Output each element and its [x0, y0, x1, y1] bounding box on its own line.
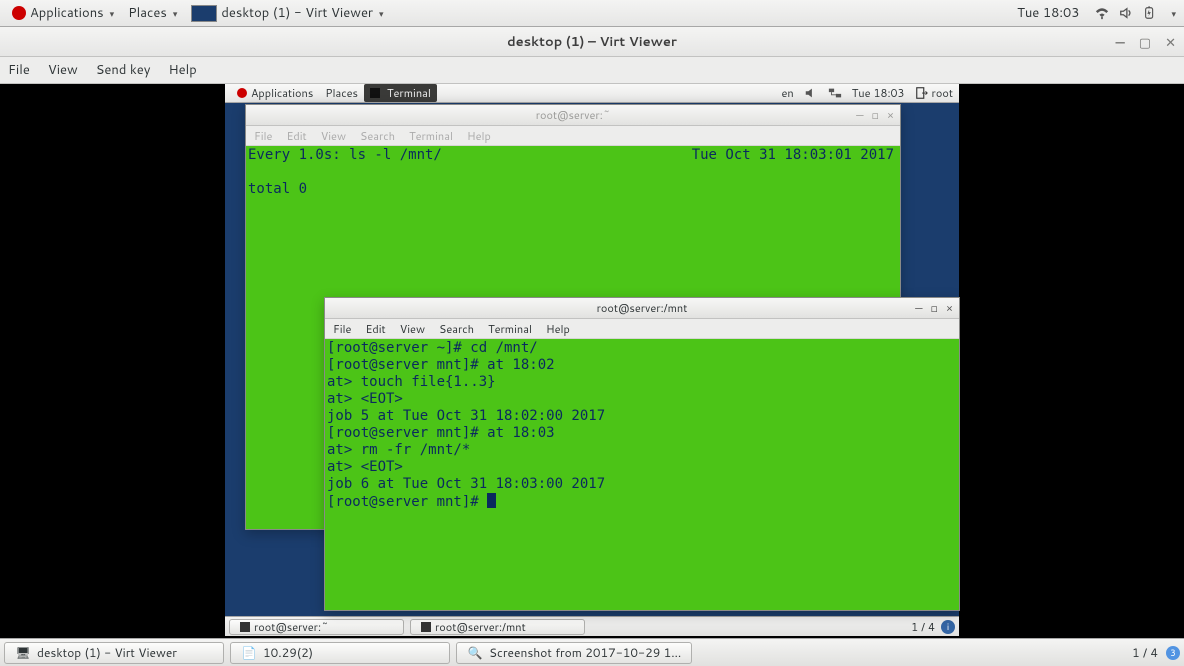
taskbar-item[interactable]: root@server:/mnt — [410, 619, 585, 635]
terminal-icon — [421, 622, 431, 632]
close-button[interactable]: × — [887, 107, 894, 123]
menu-view[interactable]: View — [48, 61, 78, 79]
cursor — [487, 493, 496, 508]
panel-clock[interactable]: Tue 18:03 — [1011, 2, 1085, 24]
redhat-icon — [12, 6, 26, 20]
volume-icon[interactable] — [804, 86, 818, 100]
terminal-window-mnt[interactable]: root@server:/mnt — ▫ × File Edit View Se… — [324, 297, 960, 611]
taskbar-item-label: root@server:~ — [254, 619, 329, 635]
notification-icon[interactable]: i — [941, 620, 955, 634]
menu-search[interactable]: Search — [439, 321, 474, 337]
maximize-button[interactable]: ▫ — [931, 300, 938, 316]
terminal2-titlebar[interactable]: root@server:/mnt — ▫ × — [325, 298, 959, 319]
panel-active-window[interactable]: desktop (1) - Virt Viewer — [185, 2, 389, 24]
virt-viewer-display[interactable]: Applications Places Terminal en Tue 18:0… — [0, 84, 1184, 638]
taskbar-item[interactable]: 🖥 desktop (1) - Virt Viewer — [4, 642, 224, 664]
host-taskbar: 🖥 desktop (1) - Virt Viewer 📄 10.29(2) 🔍… — [0, 638, 1184, 666]
watch-timestamp: Tue Oct 31 18:03:01 2017 — [692, 147, 894, 164]
battery-icon[interactable] — [1143, 6, 1157, 20]
image-viewer-icon: 🔍 — [467, 645, 483, 661]
taskbar-item[interactable]: root@server:~ — [229, 619, 404, 635]
menu-edit[interactable]: Edit — [286, 128, 306, 144]
menu-file[interactable]: File — [254, 128, 272, 144]
menu-help[interactable]: Help — [467, 128, 491, 144]
panel-places[interactable]: Places — [122, 2, 183, 24]
close-button[interactable]: × — [946, 300, 953, 316]
guest-top-panel: Applications Places Terminal en Tue 18:0… — [225, 84, 959, 103]
terminal1-menubar: File Edit View Search Terminal Help — [246, 126, 900, 146]
guest-panel-user[interactable]: root — [915, 85, 953, 101]
terminal2-content[interactable]: [root@server ~]# cd /mnt/ [root@server m… — [325, 339, 959, 610]
terminal1-title: root@server:~ — [536, 107, 611, 123]
panel-places-label: Places — [128, 4, 167, 22]
maximize-button[interactable]: ▢ — [1139, 34, 1151, 52]
menu-file[interactable]: File — [333, 321, 351, 337]
menu-edit[interactable]: Edit — [365, 321, 385, 337]
host-workspace-indicator[interactable]: 1 / 4 — [1132, 644, 1158, 661]
terminal-icon — [370, 88, 380, 98]
taskbar-item-label: desktop (1) - Virt Viewer — [37, 644, 177, 661]
virt-viewer-icon: 🖥 — [15, 645, 31, 661]
volume-icon[interactable] — [1119, 6, 1133, 20]
menu-file[interactable]: File — [8, 61, 30, 79]
document-icon: 📄 — [241, 645, 257, 661]
guest-panel-clock[interactable]: Tue 18:03 — [852, 85, 905, 101]
redhat-icon — [237, 88, 247, 98]
menu-help[interactable]: Help — [168, 61, 196, 79]
terminal2-title: root@server:/mnt — [597, 300, 688, 316]
menu-view[interactable]: View — [321, 128, 346, 144]
taskbar-item-label: 10.29(2) — [263, 644, 313, 661]
menu-view[interactable]: View — [400, 321, 425, 337]
menu-search[interactable]: Search — [360, 128, 395, 144]
logout-icon — [915, 86, 929, 100]
network-icon[interactable] — [828, 86, 842, 100]
panel-applications[interactable]: Applications — [6, 2, 120, 24]
menu-terminal[interactable]: Terminal — [488, 321, 532, 337]
virt-viewer-title: desktop (1) – Virt Viewer — [507, 33, 677, 51]
guest-panel-terminal[interactable]: Terminal — [364, 84, 437, 102]
taskbar-item[interactable]: 🔍 Screenshot from 2017-10-29 1… — [456, 642, 692, 664]
guest-workspace-indicator[interactable]: 1 / 4 — [911, 619, 935, 635]
host-top-panel: Applications Places desktop (1) - Virt V… — [0, 0, 1184, 27]
close-button[interactable]: ✕ — [1165, 34, 1176, 52]
virt-viewer-titlebar[interactable]: desktop (1) – Virt Viewer — ▢ ✕ — [0, 27, 1184, 57]
terminal2-menubar: File Edit View Search Terminal Help — [325, 319, 959, 339]
virt-viewer-window: desktop (1) – Virt Viewer — ▢ ✕ File Vie… — [0, 27, 1184, 638]
menu-help[interactable]: Help — [546, 321, 570, 337]
taskbar-item[interactable]: 📄 10.29(2) — [230, 642, 450, 664]
virt-viewer-menubar: File View Send key Help — [0, 57, 1184, 84]
watch-header: Every 1.0s: ls -l /mnt/ — [248, 147, 442, 163]
panel-user-menu[interactable] — [1167, 5, 1178, 22]
panel-active-window-label: desktop (1) - Virt Viewer — [221, 4, 373, 22]
wifi-icon[interactable] — [1095, 6, 1109, 20]
panel-applications-label: Applications — [30, 4, 104, 22]
guest-lang-indicator[interactable]: en — [782, 85, 794, 101]
taskbar-item-label: root@server:/mnt — [435, 619, 526, 635]
taskbar-item-label: Screenshot from 2017-10-29 1… — [489, 644, 681, 661]
minimize-button[interactable]: — — [1115, 34, 1124, 52]
guest-panel-places[interactable]: Places — [319, 84, 364, 103]
notification-icon[interactable]: 3 — [1166, 646, 1180, 660]
minimize-button[interactable]: — — [856, 107, 863, 123]
terminal-icon — [240, 622, 250, 632]
guest-panel-applications[interactable]: Applications — [231, 84, 319, 103]
window-thumb-icon — [191, 5, 217, 22]
maximize-button[interactable]: ▫ — [872, 107, 879, 123]
minimize-button[interactable]: — — [915, 300, 922, 316]
terminal1-titlebar[interactable]: root@server:~ — ▫ × — [246, 105, 900, 126]
guest-taskbar: root@server:~ root@server:/mnt 1 / 4 i — [225, 616, 959, 636]
menu-sendkey[interactable]: Send key — [96, 61, 151, 79]
watch-body: total 0 — [248, 181, 307, 197]
menu-terminal[interactable]: Terminal — [409, 128, 453, 144]
